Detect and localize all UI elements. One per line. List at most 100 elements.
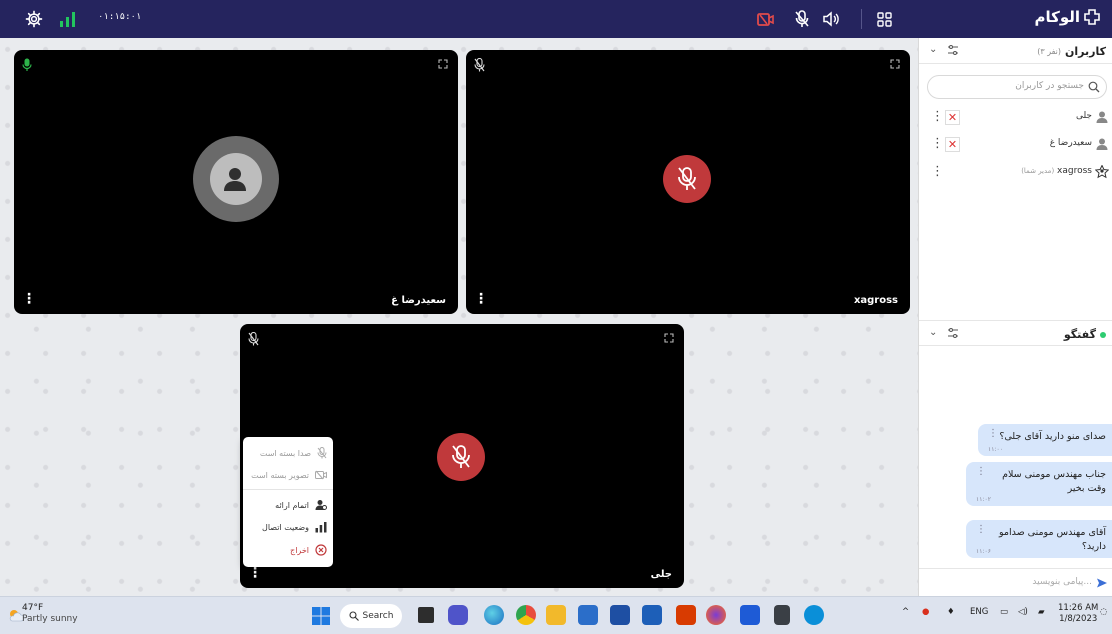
mail-app-icon[interactable] bbox=[642, 605, 662, 625]
firefox-browser-icon[interactable] bbox=[706, 605, 726, 625]
tile-menu-button[interactable]: ⋮ bbox=[248, 566, 262, 580]
dropbox-app-icon[interactable] bbox=[740, 605, 760, 625]
input-language[interactable]: ENG bbox=[970, 607, 988, 617]
chat-message: ⋮ جناب مهندس مومنی سلام وقت بخیر ۱۱:۰۲ bbox=[966, 462, 1112, 506]
tray-mic-icon[interactable]: ♦ bbox=[947, 607, 955, 617]
camera-off-icon bbox=[315, 470, 327, 480]
task-view-icon[interactable] bbox=[418, 607, 434, 623]
chat-app-icon[interactable] bbox=[448, 605, 468, 625]
camera-off-icon[interactable] bbox=[756, 9, 774, 29]
muted-indicator bbox=[437, 433, 485, 481]
user-name: سعیدرضا غ bbox=[1049, 138, 1092, 148]
chat-title: گفتگو bbox=[1063, 328, 1096, 341]
menu-item-end-presentation[interactable]: اتمام ارائه bbox=[249, 495, 327, 515]
users-title: کاربران bbox=[1065, 45, 1106, 58]
signal-icon bbox=[315, 522, 327, 533]
layout-grid-icon[interactable] bbox=[875, 9, 893, 29]
notification-icon[interactable]: ◌ bbox=[1100, 607, 1107, 617]
users-panel-header: ⌄ (۳ نفر) کاربران bbox=[919, 38, 1112, 64]
message-text: صدای منو دارید آقای جلی؟ bbox=[999, 431, 1106, 442]
user-menu-button[interactable]: ⋮ bbox=[931, 136, 944, 151]
chat-compose-input[interactable]: پیامی بنویسید... bbox=[919, 568, 1112, 596]
tile-menu-button[interactable]: ⋮ bbox=[22, 292, 36, 306]
calculator-app-icon[interactable] bbox=[774, 605, 790, 625]
users-search-input[interactable]: جستجو در کاربران bbox=[927, 75, 1107, 99]
menu-item-camera-closed[interactable]: تصویر بسته است bbox=[249, 465, 327, 485]
tray-overflow-chevron-icon[interactable]: ^ bbox=[902, 607, 909, 617]
filter-sliders-icon[interactable] bbox=[947, 44, 959, 56]
taskbar-search-button[interactable]: Search bbox=[340, 604, 402, 628]
message-time: ۱۱:۰۰ bbox=[988, 446, 1003, 453]
user-icon bbox=[1096, 111, 1108, 123]
menu-item-mic-closed[interactable]: صدا بسته است bbox=[249, 443, 327, 463]
mic-off-icon[interactable] bbox=[793, 9, 811, 29]
user-name-with-tag: (مدیر شما) xagross bbox=[1021, 166, 1092, 176]
toolbar-divider bbox=[861, 9, 862, 29]
clock-time: 11:26 AM bbox=[1058, 603, 1099, 613]
mic-off-icon bbox=[248, 331, 259, 349]
connection-signal-icon[interactable] bbox=[58, 9, 78, 29]
collapse-chevron-icon[interactable]: ⌄ bbox=[929, 327, 937, 338]
users-count: (۳ نفر) bbox=[1037, 47, 1061, 56]
top-bar: ۰۱:۱۵:۰۱ الوکام bbox=[0, 0, 1112, 38]
weather-temperature: 47°F bbox=[22, 603, 44, 613]
fullscreen-icon[interactable] bbox=[664, 333, 674, 343]
windows-taskbar: 47°F Partly sunny Search ^ ● ♦ ENG ▭ ◁) … bbox=[0, 596, 1112, 634]
filter-sliders-icon[interactable] bbox=[947, 327, 959, 339]
participant-name: xagross bbox=[853, 295, 898, 306]
speaker-icon[interactable] bbox=[822, 9, 840, 29]
user-list-item[interactable]: ⋮ ✕ جلی bbox=[919, 107, 1112, 129]
user-menu-button[interactable]: ⋮ bbox=[931, 164, 944, 179]
video-tile-saeedreza[interactable]: ⋮ سعیدرضا غ bbox=[14, 50, 458, 314]
user-icon bbox=[224, 168, 246, 191]
user-menu-button[interactable]: ⋮ bbox=[931, 109, 944, 124]
menu-divider bbox=[243, 489, 333, 490]
avatar bbox=[210, 153, 262, 205]
search-icon bbox=[1088, 81, 1100, 93]
send-icon[interactable] bbox=[1096, 577, 1108, 589]
weather-condition: Partly sunny bbox=[22, 614, 78, 625]
microsoft-store-icon[interactable] bbox=[578, 605, 598, 625]
message-time: ۱۱:۰۶ bbox=[976, 548, 991, 555]
message-text: جناب مهندس مومنی سلام وقت بخیر bbox=[1002, 469, 1106, 495]
participant-name: جلی bbox=[650, 569, 672, 580]
menu-item-label: صدا بسته است bbox=[259, 448, 311, 458]
windows-start-icon[interactable] bbox=[312, 607, 330, 625]
collapse-chevron-icon[interactable]: ⌄ bbox=[929, 44, 937, 55]
brand-logo: الوکام bbox=[1034, 8, 1100, 26]
tray-display-icon[interactable]: ▭ bbox=[1000, 607, 1008, 617]
chat-panel-header: ⌄ گفتگو bbox=[919, 320, 1112, 346]
tray-battery-icon[interactable]: ▰ bbox=[1038, 607, 1045, 617]
menu-item-connection-status[interactable]: وضعیت اتصال bbox=[249, 517, 327, 537]
menu-item-kick[interactable]: اخراج bbox=[249, 540, 327, 560]
brand-mark-icon bbox=[1084, 9, 1100, 25]
skype-app-icon[interactable] bbox=[804, 605, 824, 625]
tray-app-icon[interactable]: ● bbox=[922, 607, 929, 617]
remove-user-button[interactable]: ✕ bbox=[945, 137, 960, 152]
kick-icon bbox=[315, 544, 327, 556]
settings-gear-icon[interactable] bbox=[24, 9, 44, 29]
presenter-icon bbox=[315, 500, 327, 510]
user-list-item[interactable]: ⋮ (مدیر شما) xagross bbox=[919, 162, 1112, 184]
weather-widget[interactable]: 47°F Partly sunny bbox=[22, 603, 78, 626]
office-app-icon[interactable] bbox=[676, 605, 696, 625]
search-placeholder: جستجو در کاربران bbox=[1015, 81, 1084, 91]
message-time: ۱۱:۰۲ bbox=[976, 496, 991, 503]
edge-browser-icon[interactable] bbox=[484, 605, 504, 625]
participant-context-menu: صدا بسته است تصویر بسته است اتمام ارائه … bbox=[243, 437, 333, 567]
session-timer: ۰۱:۱۵:۰۱ bbox=[98, 12, 142, 22]
chrome-browser-icon[interactable] bbox=[516, 605, 536, 625]
video-tile-xagross[interactable]: ⋮ xagross bbox=[466, 50, 910, 314]
taskbar-clock[interactable]: 11:26 AM 1/8/2023 bbox=[1058, 603, 1098, 626]
remove-user-button[interactable]: ✕ bbox=[945, 110, 960, 125]
menu-item-label: وضعیت اتصال bbox=[262, 522, 309, 532]
mic-on-icon bbox=[22, 58, 32, 75]
user-list-item[interactable]: ⋮ ✕ سعیدرضا غ bbox=[919, 134, 1112, 156]
tray-volume-icon[interactable]: ◁) bbox=[1018, 607, 1028, 617]
file-explorer-icon[interactable] bbox=[546, 605, 566, 625]
tile-menu-button[interactable]: ⋮ bbox=[474, 292, 488, 306]
fullscreen-icon[interactable] bbox=[438, 59, 448, 69]
fullscreen-icon[interactable] bbox=[890, 59, 900, 69]
menu-item-label: تصویر بسته است bbox=[251, 470, 309, 480]
media-app-icon[interactable] bbox=[610, 605, 630, 625]
